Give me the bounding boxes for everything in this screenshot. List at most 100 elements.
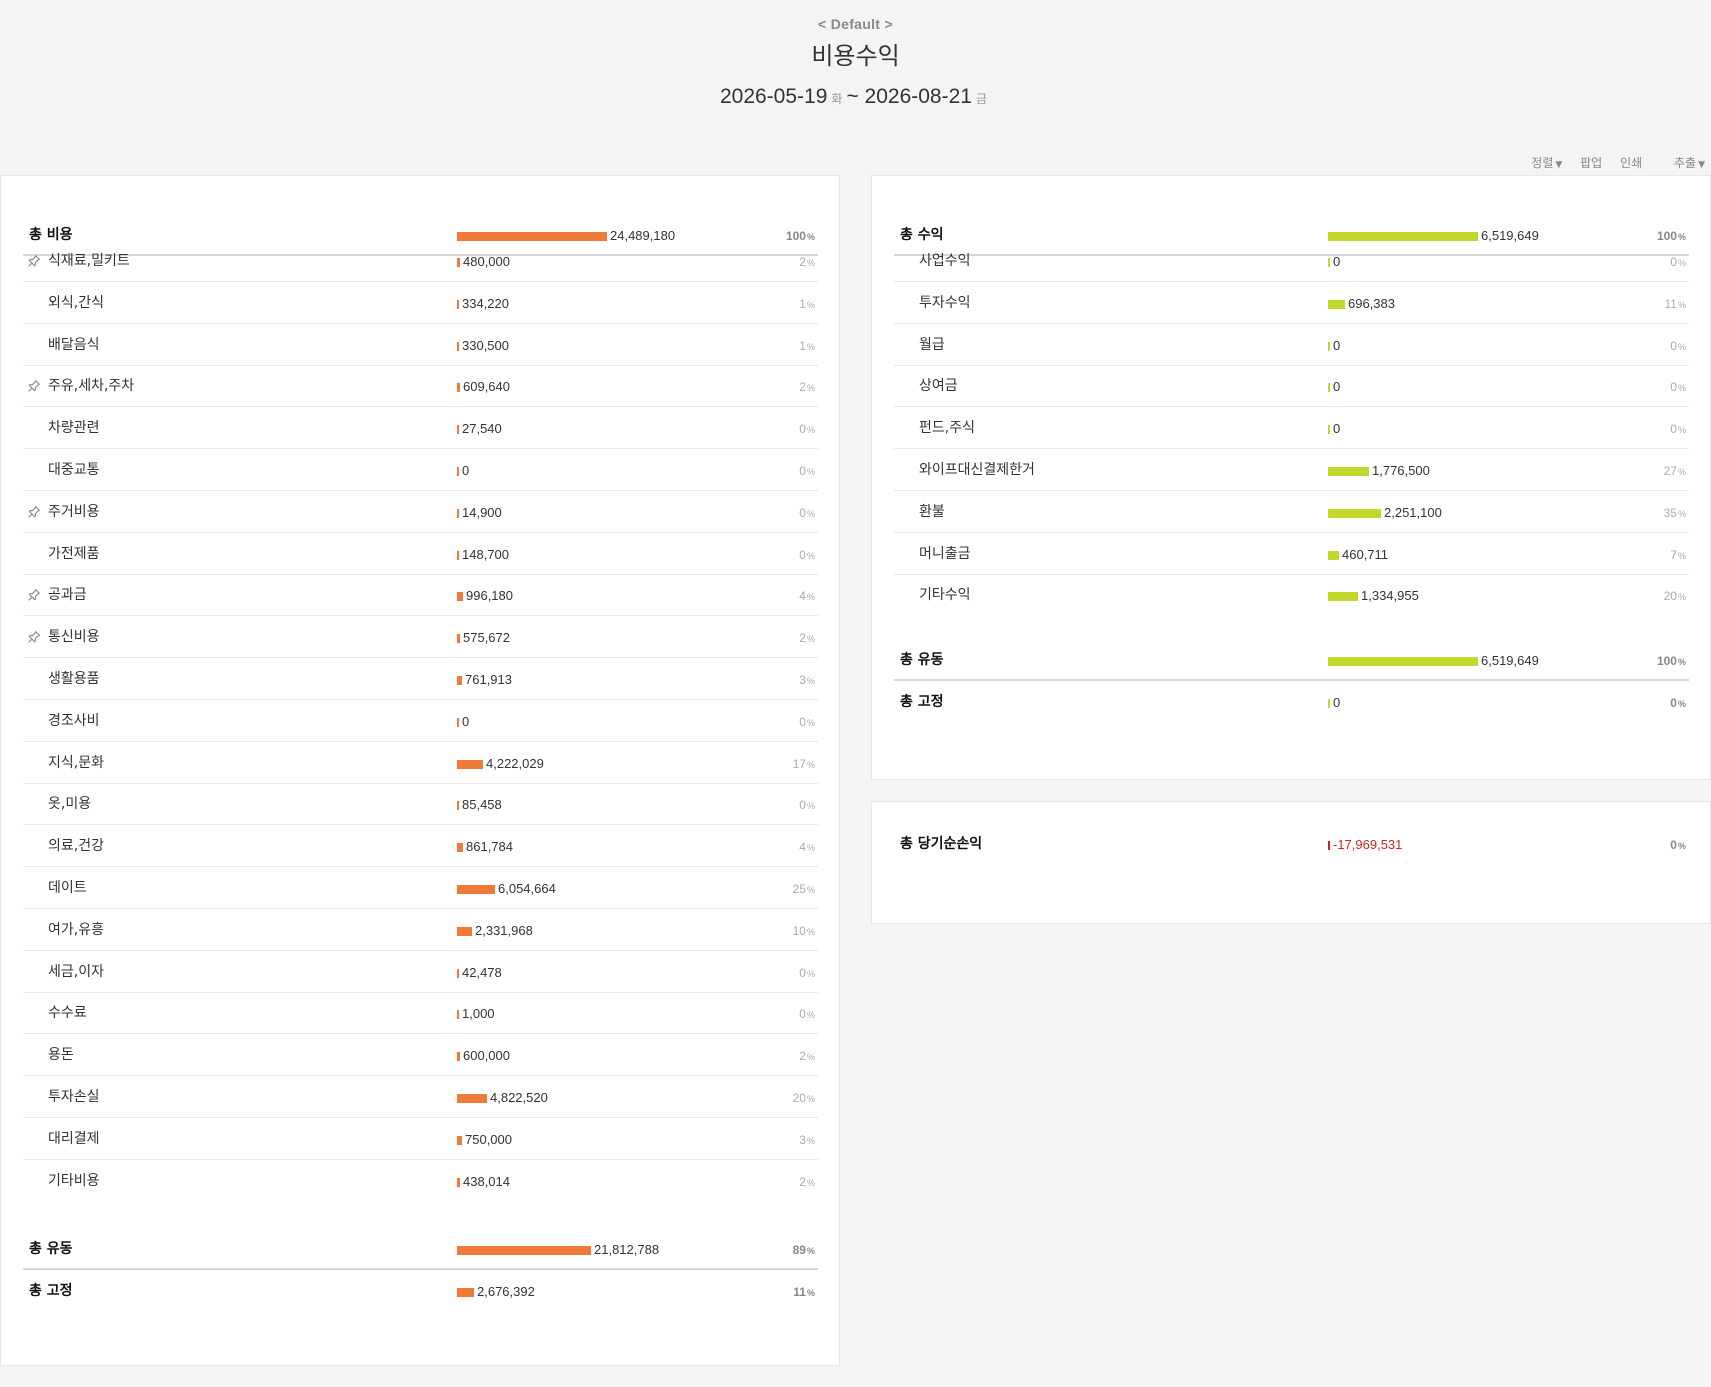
expense-category-row[interactable]: 용돈 600,000 2% [23,1035,818,1077]
expense-category-row[interactable]: 의료,건강 861,784 4% [23,826,818,868]
income-category-row[interactable]: 펀드,주식 0 0% [894,408,1689,450]
income-category-row[interactable]: 투자수익 696,383 11% [894,283,1689,324]
expense-category-row[interactable]: 주거비용 14,900 0% [23,492,818,533]
percent-value: 0% [1670,838,1686,852]
percent-value: 0% [799,798,815,813]
category-label: 통신비용 [48,629,100,646]
net-income-row[interactable]: 총 당기순손익 -17,969,531 0% [894,824,1689,865]
caret-down-icon: ▼ [1698,160,1705,170]
expense-category-row[interactable]: 배달음식 330,500 1% [23,325,818,366]
category-label: 사업수익 [919,253,971,269]
expense-category-row[interactable]: 공과금 996,180 4% [23,575,818,617]
print-button[interactable]: 인쇄 [1620,156,1642,170]
percent-value: 0% [799,547,815,562]
amount-bar [457,232,607,241]
expense-category-row[interactable]: 식재료,밀키트 480,000 2% [23,241,818,282]
toolbar: 정렬 ▼ 팝업 인쇄 추출 ▼ [1503,154,1705,171]
amount-bar [457,1177,460,1187]
expense-category-row[interactable]: 생활용품 761,913 3% [23,659,818,700]
amount-bar [1328,258,1330,267]
expense-category-row[interactable]: 대중교통 0 0% [23,450,818,491]
expense-category-row[interactable]: 세금,이자 42,478 0% [23,952,818,993]
end-weekday: 금 [975,92,988,106]
income-category-row[interactable]: 환불 2,251,100 35% [894,492,1689,533]
expense-category-row[interactable]: 기타비용 438,014 2% [23,1161,818,1202]
amount-value: 334,220 [462,295,509,311]
popup-button[interactable]: 팝업 [1580,156,1602,170]
category-label: 기타비용 [48,1172,100,1189]
income-panel: 총 수익 6,519,649 100% 사업수익 0 0% 투자수익 696,383 11% 월급… [871,175,1711,780]
income-category-row[interactable]: 월급 0 0% [894,325,1689,366]
percent-value: 2% [799,380,815,395]
income-variable-total-row[interactable]: 총 유동 6,519,649 100% [894,640,1689,681]
export-button[interactable]: 추출 ▼ [1660,156,1705,170]
percent-value: 2% [799,631,815,646]
amount-value: 1,776,500 [1372,463,1430,478]
amount-bar [457,383,460,393]
income-fixed-total-row[interactable]: 총 고정 0 0% [894,682,1689,723]
expense-variable-total-row[interactable]: 총 유동 21,812,788 89% [23,1229,818,1270]
income-category-row[interactable]: 사업수익 0 0% [894,241,1689,282]
income-category-row[interactable]: 기타수익 1,334,955 20% [894,575,1689,616]
amount-value: 148,700 [462,546,509,562]
category-label: 배달음식 [48,336,100,353]
income-category-row[interactable]: 와이프대신결제한거 1,776,500 27% [894,450,1689,491]
preset-selector[interactable]: < Default > [0,16,1711,32]
expense-category-row[interactable]: 옷,미용 85,458 0% [23,784,818,826]
amount-bar [1328,383,1330,393]
expense-fixed-total-row[interactable]: 총 고정 2,676,392 11% [23,1271,818,1312]
amount-bar [457,1288,474,1297]
percent-value: 4% [799,840,815,855]
expense-panel: 총 비용 24,489,180 100% 식재료,밀키트 480,000 2% 외식,간식 3… [0,175,840,1366]
category-label: 총 고정 [900,694,944,710]
category-label: 대리결제 [48,1130,100,1147]
category-label: 투자수익 [919,294,971,311]
category-label: 수수료 [48,1005,87,1022]
amount-bar [457,425,459,435]
expense-category-row[interactable]: 여가,유흥 2,331,968 10% [23,910,818,951]
amount-bar [1328,592,1358,602]
percent-value: 0% [1670,422,1686,437]
expense-category-row[interactable]: 대리결제 750,000 3% [23,1119,818,1160]
amount-value: 609,640 [463,379,510,395]
amount-value: 2,331,968 [475,922,533,938]
amount-bar [1328,467,1369,476]
percent-value: 0% [799,965,815,980]
amount-bar [1328,699,1330,708]
date-range[interactable]: 2026-05-19 화 ~ 2026-08-21 금 [0,85,1711,109]
expense-category-row[interactable]: 통신비용 575,672 2% [23,617,818,659]
percent-value: 2% [799,1049,815,1064]
amount-bar [457,550,459,560]
amount-bar [457,968,459,978]
amount-bar [457,717,459,727]
expense-category-row[interactable]: 가전제품 148,700 0% [23,534,818,575]
amount-value: 996,180 [466,588,513,604]
percent-value: 0% [1670,380,1686,395]
amount-value: 861,784 [466,839,513,855]
percent-value: 20% [792,1091,815,1105]
expense-category-row[interactable]: 투자손실 4,822,520 20% [23,1077,818,1118]
amount-value: 0 [1333,695,1341,710]
sort-button[interactable]: 정렬 ▼ [1517,156,1562,170]
percent-value: 11% [793,1285,815,1299]
expense-category-row[interactable]: 차량관련 27,540 0% [23,408,818,450]
category-label: 머니출금 [919,545,971,562]
expense-category-row[interactable]: 지식,문화 4,222,029 17% [23,743,818,784]
percent-value: 0% [799,1007,815,1022]
amount-bar [1328,232,1478,241]
category-label: 주거비용 [48,503,100,520]
amount-bar [457,1246,591,1255]
expense-category-row[interactable]: 수수료 1,000 0% [23,993,818,1035]
percent-value: 0% [1670,338,1686,353]
category-label: 세금,이자 [48,963,104,980]
expense-category-row[interactable]: 데이트 6,054,664 25% [23,868,818,909]
expense-category-row[interactable]: 경조사비 0 0% [23,701,818,742]
expense-category-row[interactable]: 외식,간식 334,220 1% [23,283,818,324]
expense-category-row[interactable]: 주유,세차,주차 609,640 2% [23,366,818,408]
amount-bar [457,592,463,602]
category-label: 여가,유흥 [48,921,104,938]
amount-bar [1328,841,1330,850]
income-category-row[interactable]: 머니출금 460,711 7% [894,534,1689,575]
amount-bar [457,1094,487,1103]
income-category-row[interactable]: 상여금 0 0% [894,366,1689,408]
